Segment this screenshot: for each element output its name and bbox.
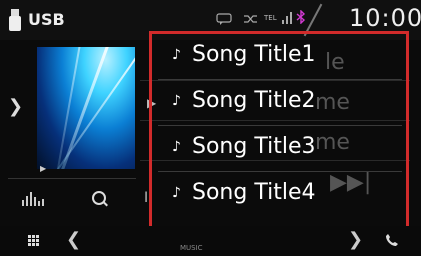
phone-icon[interactable] xyxy=(385,233,399,247)
song-list-item[interactable]: ♪ Song Title2 xyxy=(152,80,406,126)
home-grid-icon[interactable] xyxy=(28,235,40,247)
song-list-item[interactable]: ♪ Song Title1 xyxy=(152,34,406,80)
music-note-icon: ♪ xyxy=(172,47,181,63)
forward-arrow-icon[interactable]: ❯ xyxy=(348,229,363,250)
shuffle-icon xyxy=(244,15,257,23)
back-arrow-icon[interactable]: ❮ xyxy=(66,229,81,250)
previous-panel-arrow-icon[interactable]: ❯ xyxy=(8,96,23,117)
usb-icon xyxy=(9,9,21,31)
tel-status: TEL xyxy=(264,14,277,22)
message-icon xyxy=(216,13,232,25)
song-title: Song Title1 xyxy=(192,42,316,67)
source-title: USB xyxy=(28,10,65,29)
clock: 10:00 xyxy=(349,4,421,32)
equalizer-icon[interactable] xyxy=(22,192,44,206)
play-indicator-icon: ▶ xyxy=(40,164,47,173)
song-list-item[interactable]: ♪ Song Title3 xyxy=(152,126,406,172)
music-note-icon: ♪ xyxy=(172,185,181,201)
song-title: Song Title4 xyxy=(192,180,316,205)
album-artwork xyxy=(37,47,135,169)
search-icon[interactable] xyxy=(92,191,106,205)
music-note-icon: ♪ xyxy=(172,139,181,155)
song-title: Song Title2 xyxy=(192,88,316,113)
bluetooth-icon xyxy=(296,10,306,24)
song-title: Song Title3 xyxy=(192,134,316,159)
song-list: ♪ Song Title1 ♪ Song Title2 ♪ Song Title… xyxy=(152,34,406,227)
song-list-item[interactable]: ♪ Song Title4 xyxy=(152,172,406,218)
usb-source-screen: USB TEL 10:00 ❯ ▶ le me me ▶▶| ▶ I ♪ Son… xyxy=(0,0,421,256)
signal-icon xyxy=(282,12,292,24)
bottom-bar-label: MUSIC xyxy=(180,244,203,252)
music-note-icon: ♪ xyxy=(172,93,181,109)
